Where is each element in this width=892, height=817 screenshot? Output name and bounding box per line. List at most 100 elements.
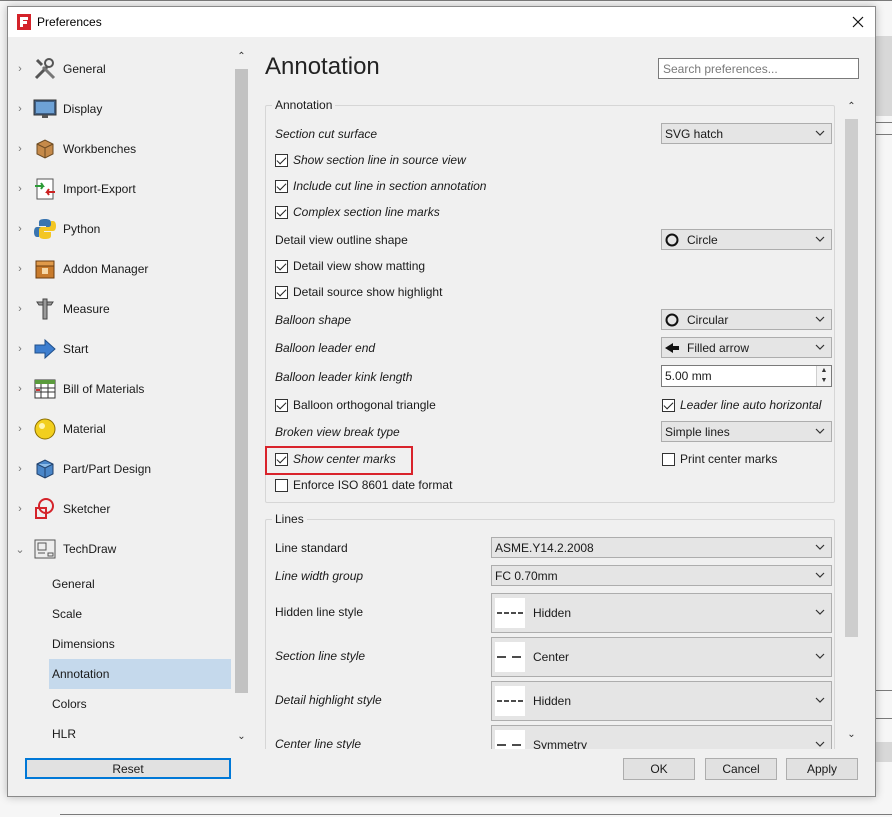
page-title: Annotation xyxy=(265,53,380,80)
nav-item-part-design[interactable]: › Part/Part Design xyxy=(9,454,231,484)
nav-item-label: Sketcher xyxy=(63,502,111,516)
combo-value: Circular xyxy=(687,312,729,327)
chevron-down-icon xyxy=(815,572,825,578)
circle-icon xyxy=(665,233,679,247)
chevron-down-icon xyxy=(815,130,825,136)
checkbox-box xyxy=(275,153,288,167)
chevron-right-icon: › xyxy=(18,463,22,475)
import-export-icon xyxy=(32,176,58,202)
addon-icon xyxy=(32,256,58,282)
dashed-line-icon xyxy=(495,598,525,628)
line-standard-combo[interactable]: ASME.Y14.2.2008 xyxy=(491,537,832,558)
nav-item-material[interactable]: › Material xyxy=(9,414,231,444)
scroll-up-icon[interactable]: ⌃ xyxy=(843,101,860,117)
title-bar: Preferences xyxy=(8,7,875,37)
caliper-icon xyxy=(32,296,58,322)
leader-auto-horizontal-checkbox[interactable]: Leader line auto horizontal xyxy=(662,398,821,412)
combo-value: Hidden xyxy=(533,606,572,620)
checkbox-label: Print center marks xyxy=(680,452,778,466)
nav-item-label: Import-Export xyxy=(63,182,136,196)
enforce-iso-checkbox[interactable]: Enforce ISO 8601 date format xyxy=(275,478,452,492)
center-line-style-combo[interactable]: Symmetry xyxy=(491,725,832,749)
cube-icon xyxy=(32,456,58,482)
center-line-icon xyxy=(495,642,525,672)
spin-buttons: ▲ ▼ xyxy=(816,366,831,386)
chevron-down-icon xyxy=(815,697,825,703)
chevron-down-icon xyxy=(815,236,825,242)
nav-item-label: TechDraw xyxy=(63,542,117,556)
nav-item-bill-of-materials[interactable]: › Bill of Materials xyxy=(9,374,231,404)
section-line-style-combo[interactable]: Center xyxy=(491,637,832,677)
detail-source-highlight-checkbox[interactable]: Detail source show highlight xyxy=(275,285,442,299)
show-center-marks-checkbox[interactable]: Show center marks xyxy=(275,452,396,466)
show-section-line-checkbox[interactable]: Show section line in source view xyxy=(275,153,466,167)
spin-down-icon[interactable]: ▼ xyxy=(817,376,831,386)
dashed-line-icon xyxy=(495,686,525,716)
chevron-right-icon: › xyxy=(18,303,22,315)
nav-sub-general[interactable]: General xyxy=(49,569,231,599)
scroll-thumb[interactable] xyxy=(235,69,248,693)
nav-sub-hlr[interactable]: HLR xyxy=(49,719,231,749)
sketcher-icon xyxy=(32,496,58,522)
apply-button[interactable]: Apply xyxy=(786,758,858,780)
nav-item-sketcher[interactable]: › Sketcher xyxy=(9,494,231,524)
chevron-right-icon: › xyxy=(18,183,22,195)
nav-sub-colors[interactable]: Colors xyxy=(49,689,231,719)
nav-item-label: Start xyxy=(63,342,89,356)
nav-sub-annotation[interactable]: Annotation xyxy=(49,659,231,689)
bg-panel xyxy=(876,742,892,762)
scroll-down-icon[interactable]: ⌄ xyxy=(234,731,249,747)
scroll-up-icon[interactable]: ⌃ xyxy=(234,51,249,67)
nav-sub-dimensions[interactable]: Dimensions xyxy=(49,629,231,659)
chevron-down-icon xyxy=(815,428,825,434)
sphere-icon xyxy=(32,416,58,442)
detail-highlight-style-combo[interactable]: Hidden xyxy=(491,681,832,721)
settings-area: Annotation Section cut surface SVG hatch… xyxy=(249,97,859,749)
hidden-line-style-combo[interactable]: Hidden xyxy=(491,593,832,633)
balloon-leader-end-combo[interactable]: Filled arrow xyxy=(661,337,832,358)
bg-line xyxy=(876,718,892,719)
line-width-group-combo[interactable]: FC 0.70mm xyxy=(491,565,832,586)
nav-item-general[interactable]: › General xyxy=(9,54,231,84)
checkbox-label: Enforce ISO 8601 date format xyxy=(293,478,453,492)
nav-item-measure[interactable]: › Measure xyxy=(9,294,231,324)
detail-view-matting-checkbox[interactable]: Detail view show matting xyxy=(275,259,425,273)
nav-item-display[interactable]: › Display xyxy=(9,94,231,124)
nav-scrollbar[interactable]: ⌃ ⌄ xyxy=(234,51,249,747)
broken-view-break-label: Broken view break type xyxy=(275,425,400,439)
print-center-marks-checkbox[interactable]: Print center marks xyxy=(662,452,777,466)
include-cut-line-checkbox[interactable]: Include cut line in section annotation xyxy=(275,179,486,193)
detail-view-outline-combo[interactable]: Circle xyxy=(661,229,832,250)
nav-item-addon-manager[interactable]: › Addon Manager xyxy=(9,254,231,284)
nav-item-python[interactable]: › Python xyxy=(9,214,231,244)
balloon-kink-length-spinbox[interactable]: 5.00 mm ▲ ▼ xyxy=(661,365,832,387)
chevron-right-icon: › xyxy=(18,63,22,75)
ok-button[interactable]: OK xyxy=(623,758,695,780)
scroll-down-icon[interactable]: ⌄ xyxy=(843,729,860,745)
nav-item-start[interactable]: › Start xyxy=(9,334,231,364)
balloon-orthogonal-checkbox[interactable]: Balloon orthogonal triangle xyxy=(275,398,436,412)
nav-item-techdraw[interactable]: ⌄ TechDraw xyxy=(9,534,231,564)
section-cut-surface-combo[interactable]: SVG hatch xyxy=(661,123,832,144)
spin-up-icon[interactable]: ▲ xyxy=(817,366,831,376)
filled-arrow-icon xyxy=(665,342,679,354)
cancel-button[interactable]: Cancel xyxy=(705,758,777,780)
close-button[interactable] xyxy=(841,7,875,37)
scroll-thumb[interactable] xyxy=(845,119,858,637)
python-icon xyxy=(32,216,58,242)
settings-scrollbar[interactable]: ⌃ ⌄ xyxy=(843,99,860,745)
complex-section-line-checkbox[interactable]: Complex section line marks xyxy=(275,205,440,219)
broken-view-break-combo[interactable]: Simple lines xyxy=(661,421,832,442)
checkbox-box xyxy=(275,205,288,219)
checkbox-box xyxy=(275,478,288,492)
search-input[interactable] xyxy=(658,58,859,79)
nav-sub-scale[interactable]: Scale xyxy=(49,599,231,629)
nav-item-workbenches[interactable]: › Workbenches xyxy=(9,134,231,164)
hidden-line-style-label: Hidden line style xyxy=(275,605,364,619)
nav-item-import-export[interactable]: › Import-Export xyxy=(9,174,231,204)
reset-button[interactable]: Reset xyxy=(25,758,231,779)
checkbox-box xyxy=(662,452,675,466)
spreadsheet-icon xyxy=(32,376,58,402)
balloon-leader-end-label: Balloon leader end xyxy=(275,341,376,355)
balloon-shape-combo[interactable]: Circular xyxy=(661,309,832,330)
